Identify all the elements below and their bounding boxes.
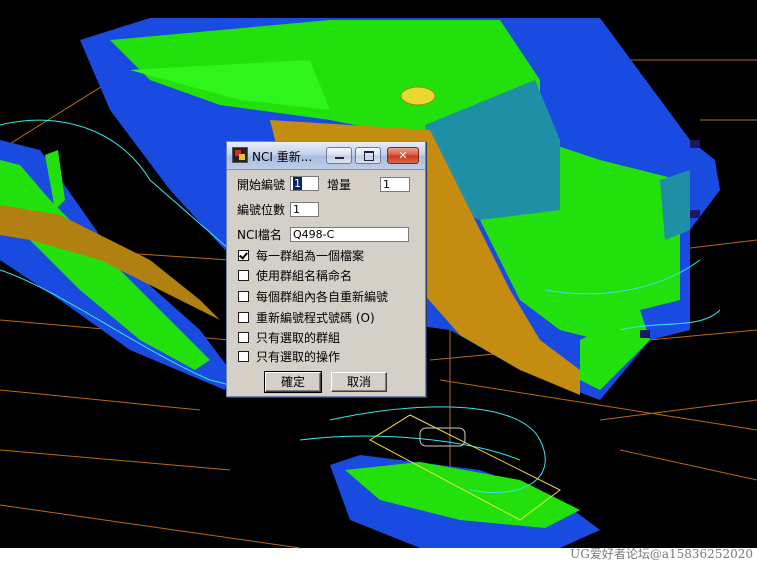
checkbox-use-group-name[interactable] <box>238 270 249 281</box>
increment-label: 增量 <box>327 178 352 192</box>
start-number-field[interactable]: 1 <box>290 176 319 191</box>
minimize-icon <box>327 148 351 163</box>
nci-filename-field[interactable]: Q498-C <box>290 227 409 242</box>
close-icon: ✕ <box>398 149 408 162</box>
dialog-titlebar[interactable]: NCI 重新... ✕ <box>227 142 425 170</box>
digits-label: 編號位數 <box>237 203 286 217</box>
option-label[interactable]: 重新編號程式號碼 (O) <box>256 309 375 326</box>
close-button[interactable]: ✕ <box>387 147 419 164</box>
checkbox-renumber-program[interactable] <box>238 312 249 323</box>
option-label[interactable]: 每一群組為一個檔案 <box>256 247 364 264</box>
option-label[interactable]: 只有選取的操作 <box>256 348 340 365</box>
cancel-button[interactable]: 取消 <box>331 372 387 392</box>
increment-field[interactable]: 1 <box>380 177 410 192</box>
dialog-title: NCI 重新... <box>252 150 313 164</box>
checkbox-selected-ops-only[interactable] <box>238 351 249 362</box>
nci-renumber-dialog: NCI 重新... ✕ 開始編號 1 增量 1 編號位數 1 NCI檔名 Q49… <box>226 141 426 397</box>
checkbox-renumber-within-group[interactable] <box>238 291 249 302</box>
hole-feature <box>400 86 436 106</box>
maximize-icon <box>356 148 380 163</box>
checkbox-one-file-per-group[interactable] <box>238 250 249 261</box>
start-number-value: 1 <box>293 177 302 190</box>
option-label[interactable]: 每個群組內各自重新編號 <box>256 288 388 305</box>
start-number-label: 開始編號 <box>237 178 286 192</box>
option-label[interactable]: 只有選取的群組 <box>256 329 340 346</box>
digits-field[interactable]: 1 <box>290 202 319 217</box>
minimize-button[interactable] <box>326 147 352 164</box>
checkbox-selected-groups-only[interactable] <box>238 332 249 343</box>
watermark-text: UG爱好者论坛@a15836252020 <box>570 547 753 561</box>
maximize-button[interactable] <box>355 147 381 164</box>
app-icon <box>232 147 248 163</box>
nci-filename-label: NCI檔名 <box>237 228 282 242</box>
ok-button[interactable]: 確定 <box>264 371 322 393</box>
option-label[interactable]: 使用群組名稱命名 <box>256 267 352 284</box>
